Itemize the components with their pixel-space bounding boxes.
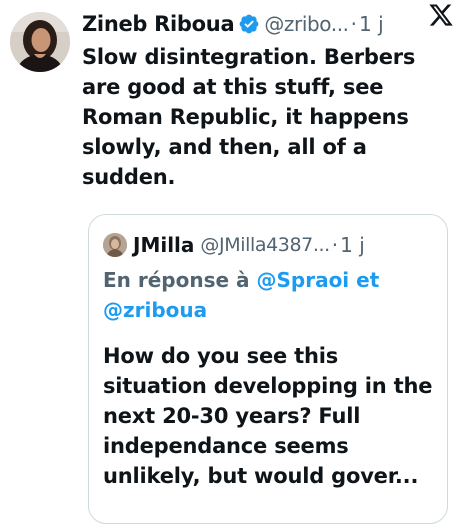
tweet[interactable]: Zineb Riboua @zribo... · 1 j Slow disint… [0,0,458,524]
reply-mention-link[interactable]: @Spraoi [256,268,349,292]
quoted-tweet[interactable]: JMilla @JMilla4387... · 1 j En réponse à… [88,214,448,524]
author-avatar[interactable] [10,12,70,72]
reply-mention-link[interactable]: @zriboua [103,298,207,322]
quoted-author-avatar[interactable] [103,233,127,257]
reply-prefix: En réponse à [103,268,250,292]
reply-conjunction: et [356,268,380,292]
quoted-tweet-header: JMilla @JMilla4387... · 1 j [103,231,439,259]
header-separator: · [350,12,358,36]
quoted-author-handle[interactable]: @JMilla4387... [200,234,330,256]
quoted-tweet-timestamp[interactable]: 1 j [340,233,365,257]
reply-context: En réponse à @Spraoi et @zriboua [103,265,433,325]
quoted-tweet-text: How do you see this situation developpin… [103,344,433,488]
avatar-photo-icon [10,12,70,72]
quoted-avatar-photo-icon [103,233,127,257]
author-handle[interactable]: @zribo... [264,12,349,36]
tweet-timestamp[interactable]: 1 j [359,12,384,36]
author-name[interactable]: Zineb Riboua [82,12,235,36]
quoted-header-separator: · [331,233,339,257]
x-logo-icon [428,2,454,28]
quoted-author-name[interactable]: JMilla [133,233,194,257]
verified-badge-icon [238,13,260,35]
tweet-text: Slow disintegration. Berbers are good at… [82,45,416,189]
tweet-header: Zineb Riboua @zribo... · 1 j [82,8,448,40]
